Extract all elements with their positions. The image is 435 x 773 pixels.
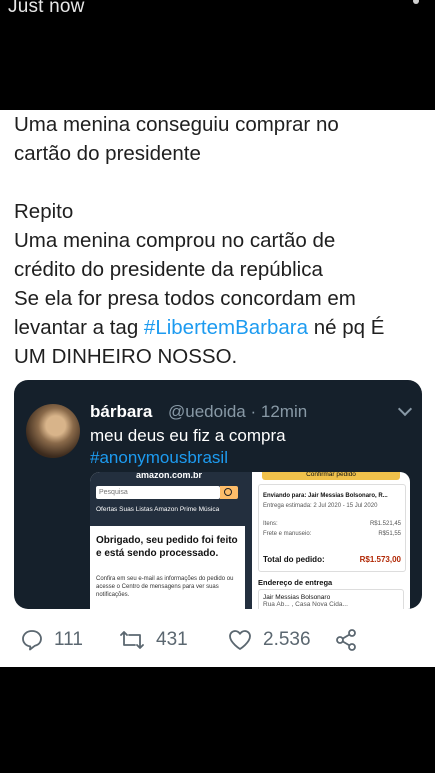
reply-icon bbox=[20, 628, 44, 652]
amazon-header: amazon.com.br Pesquisa Ofertas Suas List… bbox=[90, 472, 245, 526]
amazon-confirmation-panel: amazon.com.br Pesquisa Ofertas Suas List… bbox=[90, 472, 245, 609]
tweet-line: Repito bbox=[14, 200, 74, 223]
order-thanks-heading: Obrigado, seu pedido foi feito e está se… bbox=[96, 535, 238, 559]
quoted-author-name[interactable]: bárbara bbox=[90, 402, 152, 422]
tweet-card: Uma menina conseguiu comprar no cartão d… bbox=[0, 110, 435, 667]
share-button[interactable] bbox=[334, 628, 358, 652]
order-summary-box: Enviando para: Jair Messias Bolsonaro, R… bbox=[258, 484, 406, 572]
address-line: Rua Ab... , Casa Nova Cida... bbox=[263, 601, 348, 608]
top-bar: Just now bbox=[0, 0, 435, 110]
retweet-button[interactable]: 431 bbox=[118, 628, 188, 652]
order-confirm-text: Confira em seu e-mail as informações do … bbox=[96, 576, 234, 598]
items-value: R$1.521,45 bbox=[369, 521, 401, 527]
notification-dot-icon bbox=[413, 0, 419, 4]
shipping-value: R$51,55 bbox=[378, 531, 401, 537]
ship-to-text: Enviando para: Jair Messias Bolsonaro, R… bbox=[263, 493, 388, 499]
items-label: Itens: bbox=[263, 521, 278, 527]
address-title: Endereço de entrega bbox=[258, 578, 333, 587]
tweet-line-suffix: né pq É bbox=[308, 316, 385, 339]
share-icon bbox=[334, 628, 358, 652]
retweet-icon bbox=[118, 628, 146, 652]
address-name: Jair Messias Bolsonaro bbox=[263, 594, 331, 601]
confirm-order-button: Confirmar pedido bbox=[262, 472, 400, 480]
tweet-line: Uma menina comprou no cartão de bbox=[14, 229, 336, 252]
tweet-text: Uma menina conseguiu comprar no cartão d… bbox=[14, 110, 424, 371]
quoted-text: meu deus eu fiz a compra bbox=[90, 426, 286, 445]
tweet-line-prefix: levantar a tag bbox=[14, 316, 144, 339]
bottom-bar bbox=[0, 667, 435, 773]
tweet-line: UM DINHEIRO NOSSO. bbox=[14, 345, 238, 368]
amazon-nav: Ofertas Suas Listas Amazon Prime Música bbox=[96, 506, 220, 513]
timestamp: Just now bbox=[8, 0, 85, 17]
amazon-search-input: Pesquisa bbox=[96, 486, 220, 499]
quoted-author-handle: @uedoida · 12min bbox=[168, 402, 308, 421]
quoted-tweet[interactable]: bárbara @uedoida · 12min meu deus eu fiz… bbox=[14, 380, 422, 609]
shipping-label: Frete e manuseio: bbox=[263, 531, 312, 537]
total-value: R$1.573,00 bbox=[359, 555, 401, 564]
total-label: Total do pedido: bbox=[263, 555, 325, 564]
attached-screenshot[interactable]: amazon.com.br Pesquisa Ofertas Suas List… bbox=[90, 472, 410, 609]
like-count: 2.536 bbox=[263, 629, 311, 650]
retweet-count: 431 bbox=[156, 629, 188, 650]
tweet-line: Se ela for presa todos concordam em bbox=[14, 287, 356, 310]
hashtag-link[interactable]: #LibertemBarbara bbox=[144, 316, 308, 339]
quoted-hashtag-link[interactable]: #anonymousbrasil bbox=[90, 448, 228, 468]
tweet-line: crédito do presidente da república bbox=[14, 258, 323, 281]
like-button[interactable]: 2.536 bbox=[227, 628, 311, 652]
address-box: Jair Messias Bolsonaro Rua Ab... , Casa … bbox=[258, 589, 404, 609]
tweet-line: cartão do presidente bbox=[14, 142, 201, 165]
reply-button[interactable]: 111 bbox=[20, 628, 83, 652]
chevron-down-icon[interactable] bbox=[397, 401, 413, 417]
tweet-actions: 111 431 2.536 bbox=[0, 622, 435, 658]
amazon-logo: amazon.com.br bbox=[136, 472, 203, 480]
amazon-summary-panel: Confirmar pedido Enviando para: Jair Mes… bbox=[252, 472, 410, 609]
delivery-estimate-text: Entrega estimada: 2 Jul 2020 - 15 Jul 20… bbox=[263, 503, 378, 509]
avatar[interactable] bbox=[26, 404, 80, 458]
reply-count: 111 bbox=[54, 629, 83, 650]
heart-icon bbox=[227, 628, 253, 652]
search-icon bbox=[220, 486, 238, 499]
tweet-line: Uma menina conseguiu comprar no bbox=[14, 113, 339, 136]
